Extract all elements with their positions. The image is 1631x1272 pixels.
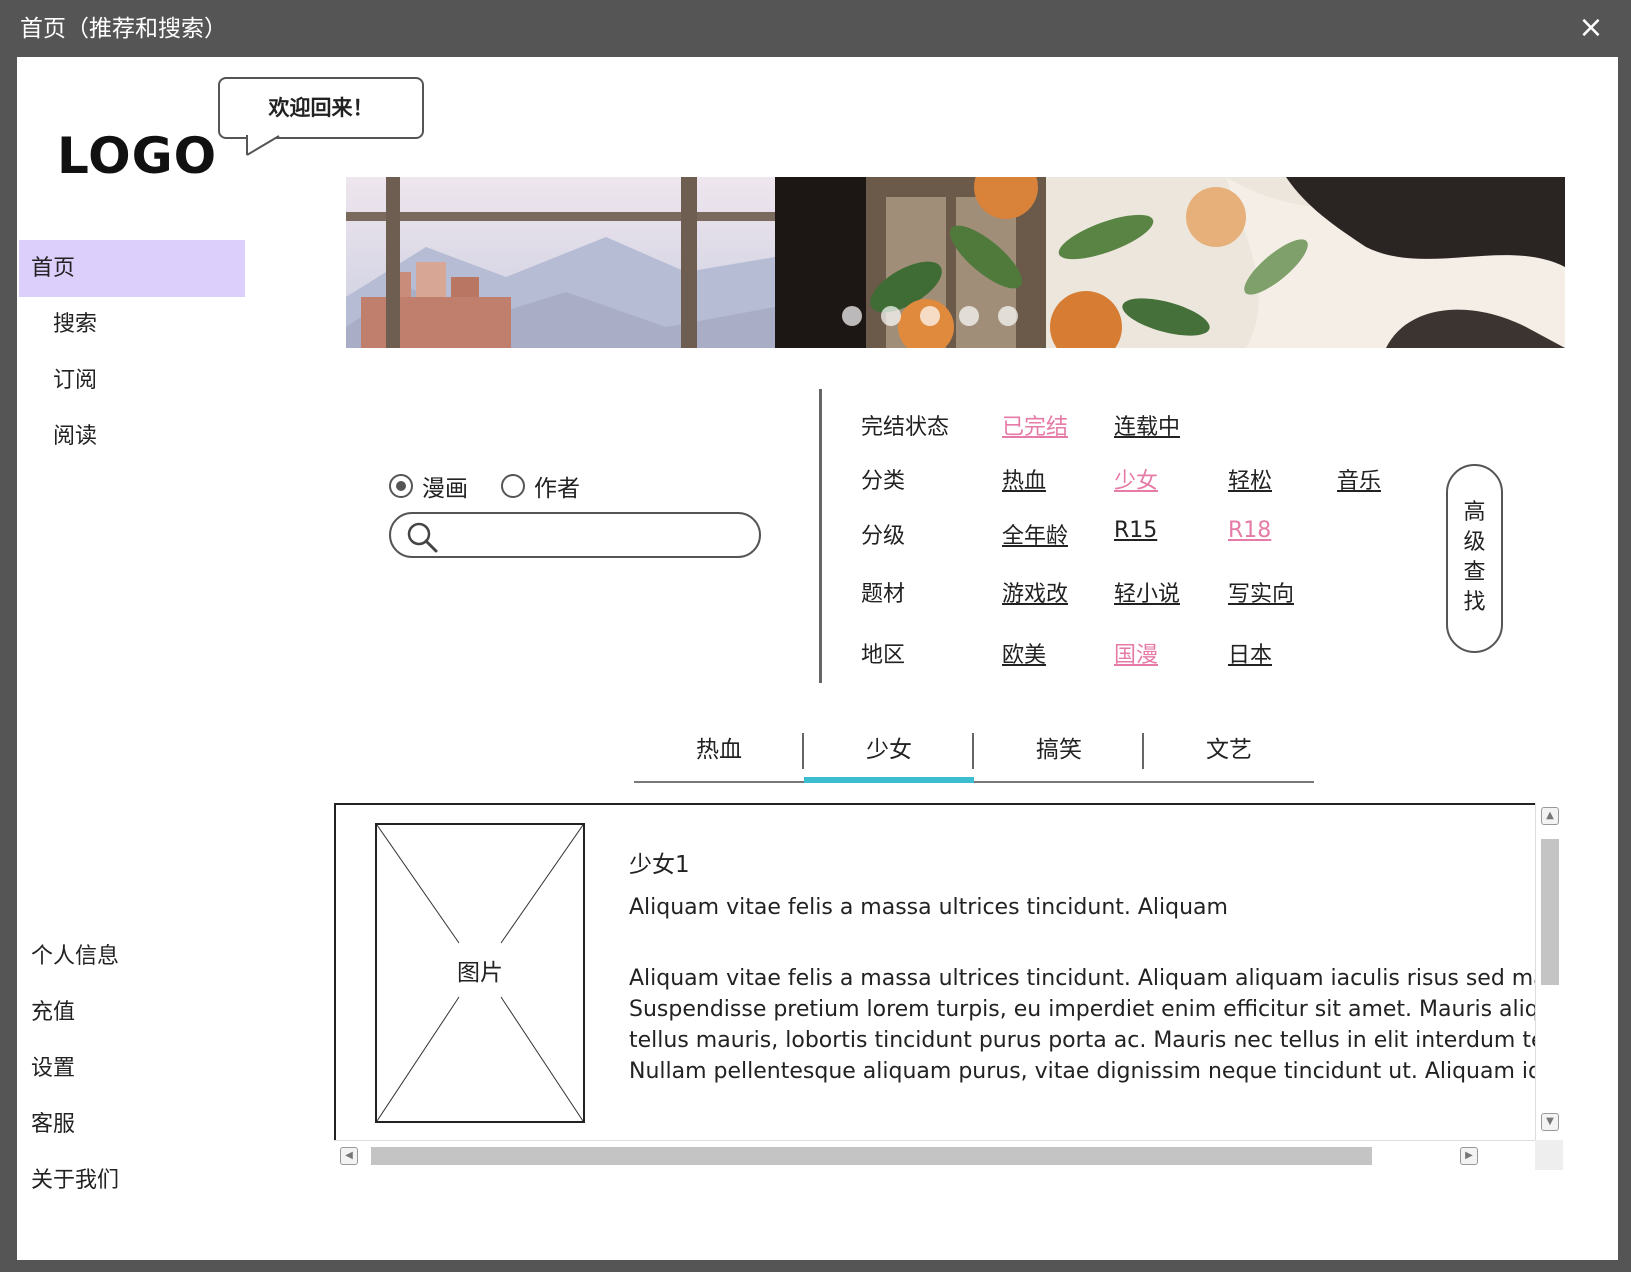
filter-option-music[interactable]: 音乐 xyxy=(1337,463,1381,495)
advanced-search-char-4: 找 xyxy=(1463,590,1486,615)
scroll-down-icon[interactable]: ▼ xyxy=(1541,1113,1559,1131)
horizontal-scroll-thumb[interactable] xyxy=(371,1147,1372,1165)
banner-carousel[interactable] xyxy=(346,177,1565,348)
search-input[interactable] xyxy=(389,512,761,558)
title-bar: 首页（推荐和搜索） × xyxy=(0,0,1631,57)
vertical-scrollbar[interactable]: ▲ ▼ xyxy=(1535,803,1564,1140)
scrollbar-corner xyxy=(1535,1140,1563,1170)
radio-author-label: 作者 xyxy=(534,476,580,502)
carousel-dot-3[interactable] xyxy=(920,306,940,326)
filter-option-realistic[interactable]: 写实向 xyxy=(1228,576,1294,608)
carousel-dot-4[interactable] xyxy=(959,306,979,326)
filter-option-relaxed[interactable]: 轻松 xyxy=(1228,463,1272,495)
item-description-line: Nullam pellentesque aliquam purus, vitae… xyxy=(629,1059,1535,1084)
horizontal-scrollbar[interactable]: ◀ ▶ xyxy=(334,1140,1563,1171)
filter-option-western[interactable]: 欧美 xyxy=(1002,637,1046,669)
image-placeholder[interactable]: 图片 xyxy=(375,823,585,1123)
filter-label-region: 地区 xyxy=(861,643,906,668)
sidebar-item-settings[interactable]: 设置 xyxy=(19,1040,245,1097)
filter-option-shoujo[interactable]: 少女 xyxy=(1114,463,1158,495)
welcome-bubble: 欢迎回来！ xyxy=(218,77,424,139)
carousel-dot-1[interactable] xyxy=(842,306,862,326)
filter-option-japan[interactable]: 日本 xyxy=(1228,637,1272,669)
filter-option-all-ages[interactable]: 全年龄 xyxy=(1002,518,1068,550)
filter-option-r15[interactable]: R15 xyxy=(1114,518,1157,543)
radio-author[interactable]: 作者 xyxy=(501,469,580,503)
filter-label-status: 完结状态 xyxy=(861,415,950,440)
app-window: 首页（推荐和搜索） × LOGO 欢迎回来！ 首页 搜索 订阅 阅读 个人信息 … xyxy=(0,0,1631,1272)
welcome-text: 欢迎回来！ xyxy=(268,96,374,120)
vertical-scroll-thumb[interactable] xyxy=(1541,839,1559,985)
sidebar-item-search[interactable]: 搜索 xyxy=(19,296,245,353)
tab-shoujo[interactable]: 少女 xyxy=(804,727,974,783)
filter-option-completed[interactable]: 已完结 xyxy=(1002,409,1068,441)
filter-option-r18[interactable]: R18 xyxy=(1228,518,1271,543)
radio-manga-indicator[interactable] xyxy=(389,474,413,498)
advanced-search-button[interactable]: 高 级 查 找 xyxy=(1446,464,1503,653)
item-title[interactable]: 少女1 xyxy=(629,845,690,879)
bubble-tail-icon xyxy=(246,135,280,156)
sidebar-item-read[interactable]: 阅读 xyxy=(19,408,245,465)
item-description-line: Suspendisse pretium lorem turpis, eu imp… xyxy=(629,997,1535,1022)
advanced-search-char-1: 高 xyxy=(1463,500,1486,525)
category-tabs: 热血 少女 搞笑 文艺 xyxy=(634,727,1314,783)
filter-label-rating: 分级 xyxy=(861,524,906,549)
scroll-left-icon[interactable]: ◀ xyxy=(340,1147,358,1165)
advanced-search-char-3: 查 xyxy=(1463,560,1486,585)
sidebar-item-recharge[interactable]: 充值 xyxy=(19,984,245,1041)
carousel-dot-2[interactable] xyxy=(881,306,901,326)
sidebar-item-support[interactable]: 客服 xyxy=(19,1096,245,1153)
carousel-dot-5[interactable] xyxy=(998,306,1018,326)
filter-option-chinese[interactable]: 国漫 xyxy=(1114,637,1158,669)
sidebar-item-home[interactable]: 首页 xyxy=(19,240,245,297)
item-description: Aliquam vitae felis a massa ultrices tin… xyxy=(629,963,1535,1087)
advanced-search-char-2: 级 xyxy=(1463,530,1486,555)
tab-literary[interactable]: 文艺 xyxy=(1144,727,1314,781)
sidebar-item-profile[interactable]: 个人信息 xyxy=(19,928,245,985)
close-icon[interactable]: × xyxy=(1573,10,1609,46)
sidebar-item-about[interactable]: 关于我们 xyxy=(19,1152,245,1209)
filter-option-ongoing[interactable]: 连载中 xyxy=(1114,409,1180,441)
item-subtitle: Aliquam vitae felis a massa ultrices tin… xyxy=(629,895,1228,920)
window-title: 首页（推荐和搜索） xyxy=(20,16,227,42)
scroll-up-icon[interactable]: ▲ xyxy=(1541,807,1559,825)
item-description-line: Aliquam vitae felis a massa ultrices tin… xyxy=(629,966,1535,991)
filter-option-game-adapted[interactable]: 游戏改 xyxy=(1002,576,1068,608)
sidebar-item-subscribe[interactable]: 订阅 xyxy=(19,352,245,409)
image-placeholder-label: 图片 xyxy=(457,960,503,986)
banner-image xyxy=(346,177,1565,348)
filter-option-light-novel[interactable]: 轻小说 xyxy=(1114,576,1180,608)
tab-hotblood[interactable]: 热血 xyxy=(634,727,804,781)
filter-label-genre: 题材 xyxy=(861,582,906,607)
scroll-right-icon[interactable]: ▶ xyxy=(1460,1147,1478,1165)
radio-manga-label: 漫画 xyxy=(422,476,468,502)
filter-divider xyxy=(819,389,822,683)
logo: LOGO xyxy=(57,127,218,185)
client-area: LOGO 欢迎回来！ 首页 搜索 订阅 阅读 个人信息 充值 设置 客服 关于我… xyxy=(17,57,1618,1260)
filter-option-hotblood[interactable]: 热血 xyxy=(1002,463,1046,495)
search-icon xyxy=(407,522,438,553)
radio-author-indicator[interactable] xyxy=(501,474,525,498)
item-description-line: tellus mauris, lobortis tincidunt purus … xyxy=(629,1028,1535,1053)
tab-comedy[interactable]: 搞笑 xyxy=(974,727,1144,781)
radio-manga[interactable]: 漫画 xyxy=(389,469,468,503)
filter-label-category: 分类 xyxy=(861,469,906,494)
